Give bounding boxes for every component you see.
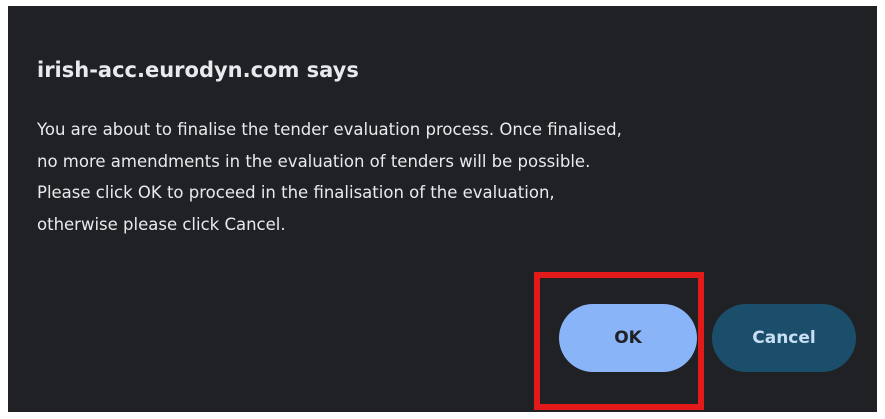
cancel-button[interactable]: Cancel <box>712 304 856 372</box>
dialog-title: irish-acc.eurodyn.com says <box>37 58 359 82</box>
alert-dialog: irish-acc.eurodyn.com says You are about… <box>8 6 877 412</box>
dialog-message-line: You are about to finalise the tender eva… <box>37 120 622 139</box>
dialog-message-line: Please click OK to proceed in the finali… <box>37 183 555 203</box>
dialog-message-line: otherwise please click Cancel. <box>37 215 286 235</box>
ok-button[interactable]: OK <box>559 304 697 372</box>
dialog-message-line: no more amendments in the evaluation of … <box>37 151 591 171</box>
dialog-message: You are about to finalise the tender eva… <box>37 114 852 241</box>
